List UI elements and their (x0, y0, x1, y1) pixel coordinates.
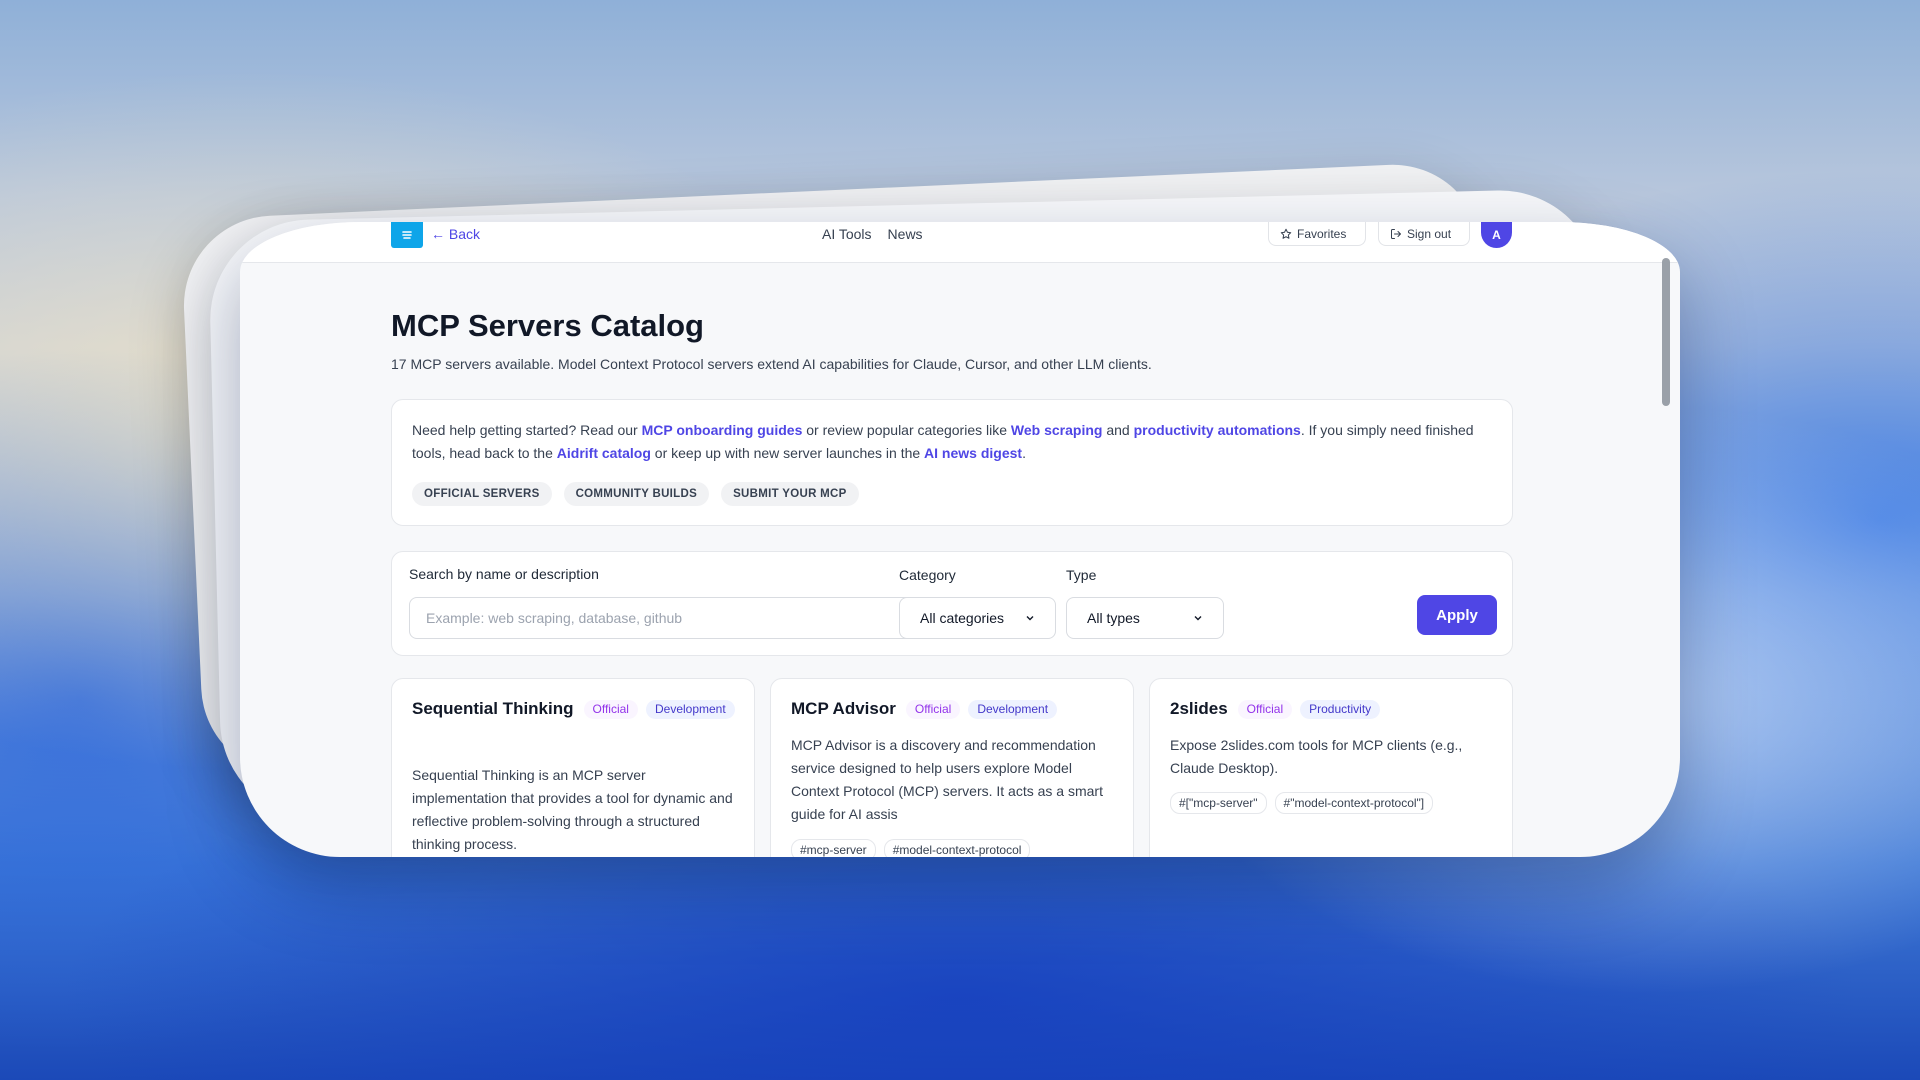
help-text-part: . (1022, 445, 1026, 461)
category-badge: Development (645, 699, 735, 719)
server-card[interactable]: 2slides Official Productivity Expose 2sl… (1149, 678, 1513, 857)
sign-out-button[interactable]: Sign out (1378, 222, 1470, 246)
search-label: Search by name or description (409, 566, 599, 582)
help-text-part: Need help getting started? Read our (412, 422, 642, 438)
link-productivity-automations[interactable]: productivity automations (1134, 422, 1301, 438)
card-description: Expose 2slides.com tools for MCP clients… (1170, 737, 1463, 776)
card-title[interactable]: Sequential Thinking (412, 699, 574, 719)
help-text-part: and (1102, 422, 1134, 438)
link-aidrift-catalog[interactable]: Aidrift catalog (557, 445, 651, 461)
apply-button[interactable]: Apply (1417, 595, 1497, 635)
official-badge: Official (583, 699, 638, 719)
official-badge: Official (1237, 699, 1293, 719)
favorites-button[interactable]: Favorites (1268, 222, 1366, 246)
help-text-part: or review popular categories like (802, 422, 1011, 438)
help-panel: Need help getting started? Read our MCP … (391, 399, 1513, 526)
top-navigation-bar: ← Back AI Tools News Favorites Sign out … (240, 222, 1680, 263)
card-tags: #mcp-server #model-context-protocol (791, 839, 1031, 857)
category-label: Category (899, 567, 956, 583)
page-title: MCP Servers Catalog (391, 308, 704, 343)
quick-links: OFFICIAL SERVERS COMMUNITY BUILDS SUBMIT… (412, 482, 859, 506)
tag[interactable]: #["mcp-server" (1170, 792, 1267, 814)
tag[interactable]: #model-context-protocol (883, 839, 1031, 857)
type-select[interactable]: All types (1066, 597, 1224, 639)
official-badge: Official (905, 699, 961, 719)
page-subtitle: 17 MCP servers available. Model Context … (391, 356, 1152, 372)
chevron-down-icon (1026, 616, 1034, 621)
tag[interactable]: #"model-context-protocol"] (1274, 792, 1434, 814)
card-header: Sequential Thinking Official Development (412, 699, 742, 719)
card-header: 2slides Official Productivity (1170, 699, 1500, 719)
card-header: MCP Advisor Official Development (791, 699, 1121, 719)
help-text-part: or keep up with new server launches in t… (650, 445, 925, 461)
card-description: MCP Advisor is a discovery and recommend… (791, 737, 1103, 822)
link-ai-news-digest[interactable]: AI news digest (924, 445, 1022, 461)
server-card[interactable]: Sequential Thinking Official Development… (391, 678, 755, 857)
category-badge: Development (968, 699, 1058, 719)
main-nav: AI Tools News (822, 226, 923, 242)
chevron-down-icon (1194, 616, 1202, 621)
avatar[interactable]: A (1481, 222, 1512, 248)
link-onboarding-guides[interactable]: MCP onboarding guides (642, 422, 803, 438)
filter-panel: Search by name or description Category A… (391, 551, 1513, 656)
card-title[interactable]: 2slides (1170, 699, 1228, 719)
link-web-scraping[interactable]: Web scraping (1011, 422, 1103, 438)
nav-news[interactable]: News (888, 226, 923, 242)
chip-submit-your-mcp[interactable]: SUBMIT YOUR MCP (721, 482, 859, 506)
card-title[interactable]: MCP Advisor (791, 699, 896, 719)
sign-out-icon (1391, 228, 1401, 239)
sign-out-label: Sign out (1407, 226, 1452, 241)
favorites-label: Favorites (1297, 226, 1347, 241)
server-card[interactable]: MCP Advisor Official Development MCP Adv… (770, 678, 1134, 857)
help-text: Need help getting started? Read our MCP … (412, 419, 1492, 465)
category-badge: Productivity (1300, 699, 1381, 719)
scrollbar[interactable] (1662, 258, 1670, 406)
chip-community-builds[interactable]: COMMUNITY BUILDS (563, 482, 710, 506)
type-label: Type (1066, 567, 1097, 583)
chip-official-servers[interactable]: OFFICIAL SERVERS (412, 482, 552, 506)
nav-ai-tools[interactable]: AI Tools (822, 226, 872, 242)
back-link[interactable]: ← Back (431, 226, 480, 242)
star-icon (1280, 228, 1292, 239)
category-select-value: All categories (920, 610, 1005, 626)
browser-window: ← Back AI Tools News Favorites Sign out … (240, 222, 1680, 857)
category-select[interactable]: All categories (899, 597, 1056, 639)
type-select-value: All types (1087, 610, 1140, 626)
app-logo-icon[interactable] (391, 222, 423, 248)
tag[interactable]: #mcp-server (791, 839, 876, 857)
card-description: Sequential Thinking is an MCP server imp… (412, 767, 733, 852)
card-tags: #["mcp-server" #"model-context-protocol"… (1170, 792, 1434, 814)
